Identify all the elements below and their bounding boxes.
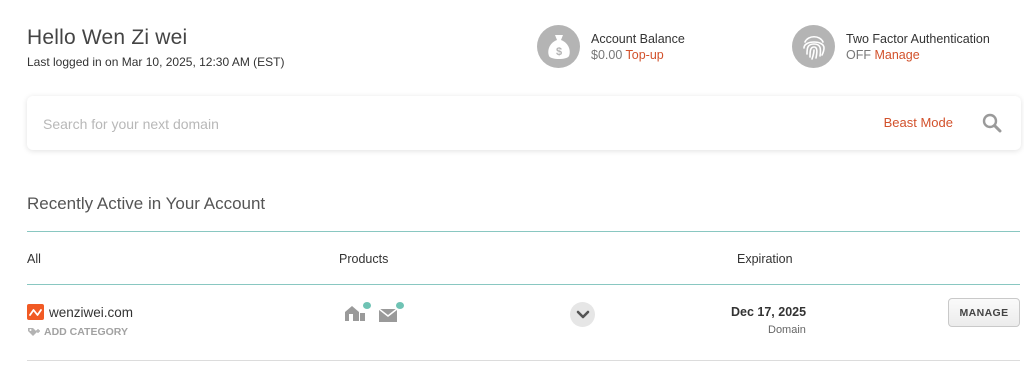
add-category-button[interactable]: ADD CATEGORY	[27, 326, 128, 338]
account-balance-value: $0.00	[591, 47, 623, 62]
beast-mode-link[interactable]: Beast Mode	[884, 115, 953, 130]
money-bag-icon: $	[537, 25, 580, 68]
add-category-label: ADD CATEGORY	[44, 326, 128, 338]
account-balance-widget: $ Account Balance $0.00 Top-up	[537, 25, 685, 68]
domain-search-box: Beast Mode	[27, 96, 1021, 150]
chevron-down-icon	[576, 310, 589, 318]
expand-row-button[interactable]	[570, 302, 595, 327]
row-divider	[27, 360, 1020, 361]
namecheap-logo-icon	[27, 304, 44, 320]
two-factor-widget: Two Factor Authentication OFF Manage	[792, 25, 990, 68]
search-icon[interactable]	[981, 112, 1003, 134]
column-header-products: Products	[339, 252, 389, 266]
svg-text:$: $	[555, 46, 561, 58]
two-factor-status: OFF	[846, 47, 871, 62]
expiration-type: Domain	[768, 324, 806, 336]
tag-icon	[28, 328, 40, 336]
header-divider	[27, 284, 1020, 285]
email-icon[interactable]	[378, 302, 404, 329]
manage-button[interactable]: MANAGE	[948, 298, 1020, 327]
last-login-text: Last logged in on Mar 10, 2025, 12:30 AM…	[27, 55, 285, 69]
two-factor-title: Two Factor Authentication	[846, 31, 990, 46]
account-balance-title: Account Balance	[591, 31, 685, 46]
top-up-link[interactable]: Top-up	[626, 48, 664, 62]
column-header-all[interactable]: All	[27, 252, 41, 266]
column-header-expiration[interactable]: Expiration	[737, 252, 793, 266]
section-divider	[27, 231, 1020, 232]
fingerprint-icon	[792, 25, 835, 68]
domain-name-link[interactable]: wenziwei.com	[49, 305, 133, 320]
table-row-domain[interactable]: wenziwei.com	[27, 304, 133, 320]
section-title: Recently Active in Your Account	[27, 194, 266, 213]
hosting-icon[interactable]	[343, 302, 371, 327]
expiration-date: Dec 17, 2025	[731, 305, 807, 319]
greeting: Hello Wen Zi wei	[27, 26, 188, 49]
domain-search-input[interactable]	[41, 112, 745, 136]
two-factor-manage-link[interactable]: Manage	[874, 48, 919, 62]
